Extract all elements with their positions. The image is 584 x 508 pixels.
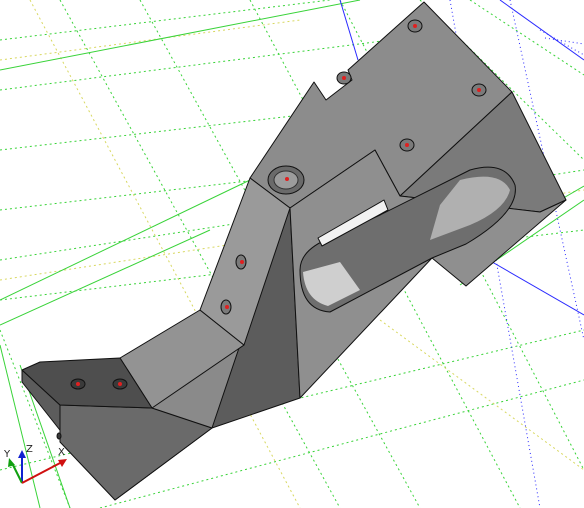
hole[interactable] (336, 71, 352, 85)
z-axis-arrow (18, 450, 26, 458)
hole[interactable] (112, 378, 128, 390)
x-axis-line (21, 461, 63, 484)
scene-canvas[interactable]: Z Y X (0, 0, 584, 508)
x-axis-label: X (58, 447, 65, 458)
3d-viewport[interactable]: Z Y X (0, 0, 584, 508)
hole[interactable] (235, 254, 247, 270)
hole[interactable] (399, 138, 415, 152)
y-axis-line (11, 462, 23, 484)
z-axis-label: Z (26, 444, 33, 455)
hole[interactable] (56, 432, 62, 440)
axis-triad: Z Y X (3, 444, 67, 484)
hole[interactable] (407, 19, 423, 33)
hole[interactable] (471, 83, 487, 97)
hole[interactable] (220, 299, 232, 315)
y-axis-label: Y (3, 449, 11, 460)
hole[interactable] (285, 177, 289, 181)
hole[interactable] (70, 378, 86, 390)
